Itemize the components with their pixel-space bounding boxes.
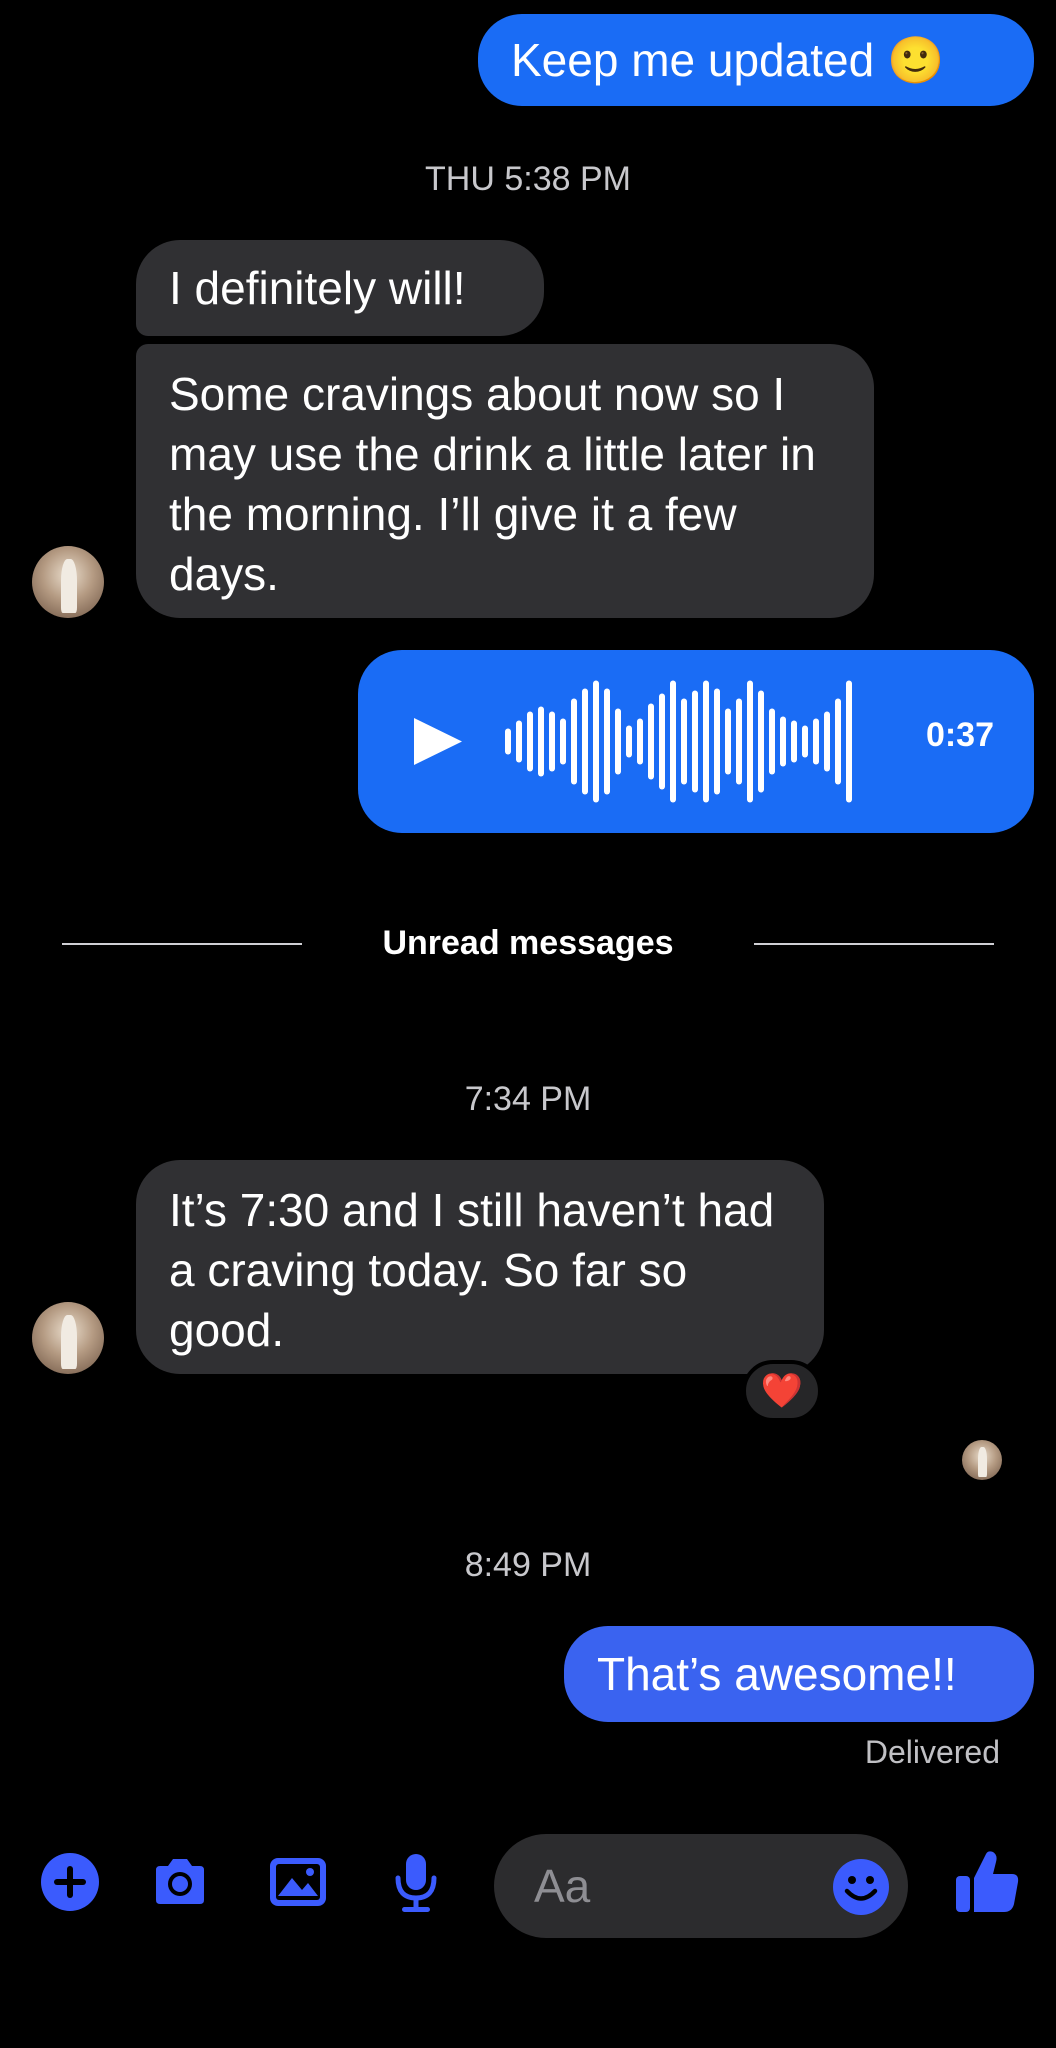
read-receipt-avatar — [962, 1440, 1002, 1480]
play-icon[interactable] — [414, 718, 462, 765]
image-icon[interactable] — [266, 1850, 330, 1914]
emoji-icon[interactable] — [832, 1858, 890, 1916]
message-input[interactable] — [534, 1856, 834, 1916]
message-input-container[interactable] — [494, 1834, 908, 1938]
contact-avatar[interactable] — [32, 546, 104, 618]
timestamp: 7:34 PM — [464, 1080, 592, 1118]
message-text: That’s awesome!! — [597, 1648, 957, 1700]
message-text: I definitely will! — [169, 262, 466, 314]
timestamp: 8:49 PM — [464, 1546, 592, 1584]
outgoing-message[interactable]: That’s awesome!! — [564, 1626, 1034, 1722]
message-text: Some cravings about now so I may use the… — [169, 368, 816, 600]
heart-reaction[interactable]: ❤️ — [742, 1360, 822, 1422]
voice-message[interactable]: 0:37 — [358, 650, 1034, 833]
divider-line-right — [754, 943, 994, 945]
incoming-message[interactable]: Some cravings about now so I may use the… — [136, 344, 874, 618]
timestamp: THU 5:38 PM — [425, 160, 631, 198]
plus-icon[interactable] — [38, 1850, 102, 1914]
outgoing-message[interactable]: Keep me updated 🙂 — [478, 14, 1034, 106]
contact-avatar[interactable] — [32, 1302, 104, 1374]
camera-icon[interactable] — [148, 1850, 212, 1914]
message-text: Keep me updated 🙂 — [511, 34, 945, 86]
microphone-icon[interactable] — [384, 1850, 448, 1914]
incoming-message[interactable]: It’s 7:30 and I still haven’t had a crav… — [136, 1160, 824, 1374]
delivery-status: Delivered — [864, 1734, 1000, 1770]
voice-duration: 0:37 — [925, 716, 994, 754]
incoming-message[interactable]: I definitely will! — [136, 240, 544, 336]
message-text: It’s 7:30 and I still haven’t had a crav… — [169, 1184, 775, 1356]
thumbs-up-icon[interactable] — [952, 1846, 1022, 1916]
